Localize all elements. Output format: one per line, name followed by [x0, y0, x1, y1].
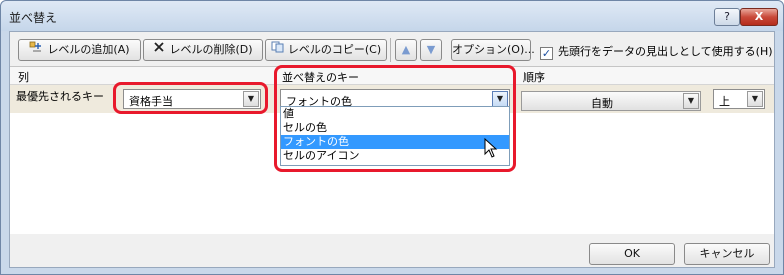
ok-button[interactable]: OK: [589, 243, 675, 265]
add-level-button[interactable]: レベルの追加(A): [18, 39, 141, 61]
header-sortkey: 並べ替えのキー: [282, 71, 359, 84]
column-headers: 列 並べ替えのキー 順序: [10, 66, 774, 84]
title-bar: 並べ替え ? X: [1, 1, 783, 31]
order-select[interactable]: 自動 ▼: [521, 91, 701, 111]
toolbar-divider: [390, 38, 391, 62]
order-select-value: 自動: [591, 97, 613, 110]
order-direction-value: 上: [719, 95, 730, 108]
delete-level-button[interactable]: レベルの削除(D): [143, 39, 263, 61]
mouse-pointer-icon: [484, 137, 498, 161]
header-row-checkbox-wrap[interactable]: ✓ 先頭行をデータの見出しとして使用する(H): [540, 43, 773, 60]
sortkey-option-cell-color[interactable]: セルの色: [281, 121, 509, 135]
copy-level-button[interactable]: レベルのコピー(C): [265, 39, 387, 61]
copy-icon: [271, 40, 284, 60]
arrow-up-icon: ▲: [401, 43, 411, 56]
chevron-down-icon[interactable]: ▼: [492, 91, 508, 107]
add-level-icon: [29, 40, 43, 60]
sortkey-option-cell-icon[interactable]: セルのアイコン: [281, 149, 509, 163]
copy-level-label: レベルのコピー(C): [287, 43, 382, 56]
cancel-button[interactable]: キャンセル: [684, 243, 770, 265]
add-level-label: レベルの追加(A): [47, 43, 130, 56]
dialog-body: レベルの追加(A) レベルの削除(D) レベルのコピー(C) ▲ ▼ オプション…: [9, 31, 775, 268]
column-select-value: 資格手当: [129, 95, 173, 108]
header-row-checkbox-label: 先頭行をデータの見出しとして使用する(H): [558, 45, 773, 58]
delete-x-icon: [153, 40, 165, 60]
options-button[interactable]: オプション(O)...: [451, 39, 535, 61]
sortkey-dropdown-list: 値 セルの色 フォントの色 セルのアイコン: [280, 106, 510, 166]
sortkey-option-value[interactable]: 値: [281, 107, 509, 121]
chevron-down-icon[interactable]: ▼: [747, 91, 763, 107]
sort-dialog: 並べ替え ? X レベルの追加(A) レベルの削除(D) レベルのコピー(C): [0, 0, 784, 275]
order-direction-select[interactable]: 上 ▼: [713, 89, 765, 109]
dialog-title: 並べ替え: [9, 11, 58, 25]
close-button[interactable]: X: [740, 8, 778, 26]
move-down-button[interactable]: ▼: [420, 39, 442, 61]
column-select[interactable]: 資格手当 ▼: [123, 89, 261, 109]
header-order: 順序: [523, 71, 545, 84]
sortkey-option-font-color[interactable]: フォントの色: [281, 135, 509, 149]
header-row-checkbox[interactable]: ✓: [540, 47, 553, 60]
move-up-button[interactable]: ▲: [395, 39, 417, 61]
header-column: 列: [18, 71, 29, 84]
help-button[interactable]: ?: [714, 8, 740, 26]
sort-level-label: 最優先されるキー: [16, 90, 104, 103]
delete-level-label: レベルの削除(D): [169, 43, 253, 56]
chevron-down-icon[interactable]: ▼: [683, 93, 699, 109]
toolbar: レベルの追加(A) レベルの削除(D) レベルのコピー(C) ▲ ▼ オプション…: [10, 32, 774, 66]
arrow-down-icon: ▼: [426, 43, 436, 56]
chevron-down-icon[interactable]: ▼: [243, 91, 259, 107]
